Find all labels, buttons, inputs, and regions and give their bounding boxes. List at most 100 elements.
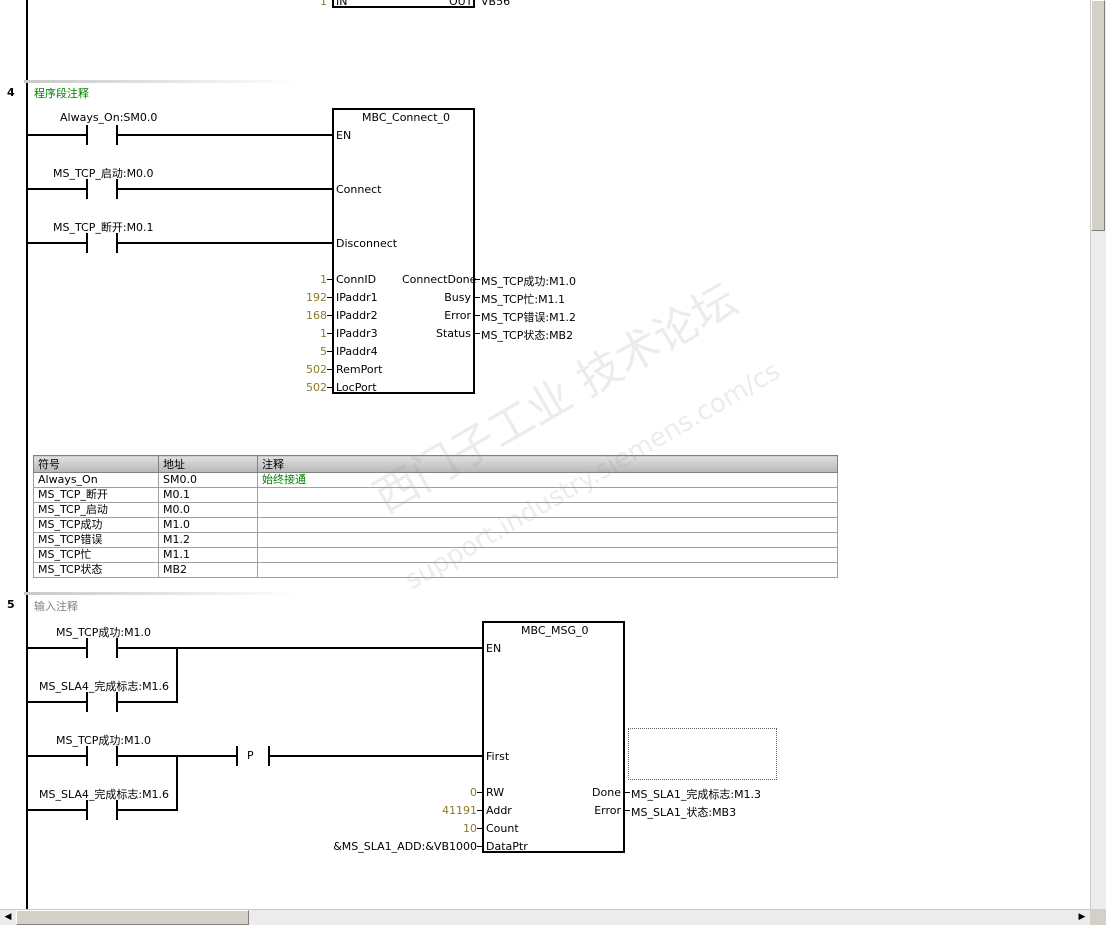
column-header-address[interactable]: 地址 [158,455,258,473]
comment-cell [257,547,838,563]
pin-tick [477,846,482,847]
address-cell: M1.2 [158,532,258,548]
table-row[interactable]: MS_TCP错误 M1.2 [33,532,838,548]
horizontal-scroll-thumb[interactable] [16,910,249,925]
network-5-number[interactable]: 5 [7,598,15,611]
wire [28,701,86,703]
output-value[interactable]: MS_TCP错误:M1.2 [481,309,576,325]
top-in-label: IN [336,0,348,8]
network-4-comment[interactable]: 程序段注释 [34,85,89,101]
pin-tick [327,333,332,334]
contact-always-on[interactable] [86,125,118,145]
output-name: Error [594,804,621,817]
positive-transition-contact[interactable]: P [236,746,270,766]
contact-tcp-start[interactable] [86,179,118,199]
network-separator [24,592,300,595]
pin-tick [477,810,482,811]
scroll-right-arrow-icon[interactable]: ▶ [1074,909,1090,925]
contact-tcp-success-2[interactable] [86,746,118,766]
selection-box[interactable] [628,728,777,780]
param-value[interactable]: 10 [340,822,477,835]
table-row[interactable]: MS_TCP成功 M1.0 [33,517,838,533]
pin-en: EN [486,642,502,655]
symbol-cell: MS_TCP_启动 [33,502,159,518]
top-out-label: OUT [449,0,473,8]
output-name: Done [592,786,621,799]
table-row[interactable]: MS_TCP忙 M1.1 [33,547,838,563]
param-value[interactable]: 41191 [340,804,477,817]
wire [118,134,334,136]
left-gutter [0,0,24,909]
network-4-number[interactable]: 4 [7,86,15,99]
contact-tcp-success[interactable] [86,638,118,658]
address-cell: M1.0 [158,517,258,533]
param-name: IPaddr2 [336,309,378,322]
param-name: IPaddr1 [336,291,378,304]
param-value[interactable]: 1 [290,327,327,340]
output-name: Error [444,309,471,322]
scroll-corner [1090,909,1106,925]
pin-tick [475,333,480,334]
scroll-left-arrow-icon[interactable]: ◀ [0,909,16,925]
mbc-msg-block[interactable] [482,621,625,853]
output-value[interactable]: MS_SLA1_状态:MB3 [631,804,736,820]
table-row[interactable]: Always_On SM0.0 始终接通 [33,472,838,488]
param-value[interactable]: 192 [290,291,327,304]
param-value[interactable]: 502 [290,381,327,394]
contact-sla4-done[interactable] [86,692,118,712]
symbol-cell: MS_TCP忙 [33,547,159,563]
comment-cell [257,532,838,548]
param-name: RemPort [336,363,383,376]
wire [118,701,178,703]
param-name: LocPort [336,381,377,394]
param-name: IPaddr4 [336,345,378,358]
pin-tick [625,792,630,793]
pin-tick [327,369,332,370]
contact-tcp-disconnect[interactable] [86,233,118,253]
pin-tick [327,315,332,316]
contact-label-always-on: Always_On:SM0.0 [60,111,158,124]
param-value[interactable]: 1 [290,273,327,286]
table-row[interactable]: MS_TCP_启动 M0.0 [33,502,838,518]
param-value[interactable]: 5 [290,345,327,358]
wire [28,809,86,811]
network-separator [24,80,300,83]
pin-tick [327,279,332,280]
network-5-comment[interactable]: 输入注释 [34,598,78,614]
param-value[interactable]: 502 [290,363,327,376]
column-header-symbol[interactable]: 符号 [33,455,159,473]
output-value[interactable]: MS_TCP成功:M1.0 [481,273,576,289]
param-name: IPaddr3 [336,327,378,340]
address-cell: M1.1 [158,547,258,563]
contact-sla4-done-2[interactable] [86,800,118,820]
symbol-cell: MS_TCP成功 [33,517,159,533]
column-header-comment[interactable]: 注释 [257,455,838,473]
pin-tick [327,387,332,388]
param-value[interactable]: 0 [340,786,477,799]
table-row[interactable]: MS_TCP_断开 M0.1 [33,487,838,503]
wire [28,188,86,190]
output-value[interactable]: MS_SLA1_完成标志:M1.3 [631,786,761,802]
pin-disconnect: Disconnect [336,237,398,250]
pin-tick [475,297,480,298]
wire [118,188,334,190]
pin-tick [475,279,480,280]
param-value[interactable]: 168 [290,309,327,322]
pin-tick [625,810,630,811]
symbol-cell: Always_On [33,472,159,488]
top-in-value: 1 [320,0,327,8]
top-out-value[interactable]: VB56 [481,0,510,8]
address-cell: SM0.0 [158,472,258,488]
param-name: ConnID [336,273,377,286]
table-row[interactable]: MS_TCP状态 MB2 [33,562,838,578]
vertical-scroll-thumb[interactable] [1091,0,1105,231]
wire [28,134,86,136]
pin-tick [477,828,482,829]
param-name: Addr [486,804,512,817]
output-value[interactable]: MS_TCP忙:M1.1 [481,291,565,307]
param-value-dataptr[interactable]: &MS_SLA1_ADD:&VB1000 [300,840,477,853]
wire [28,242,86,244]
pin-first: First [486,750,510,763]
wire [118,647,484,649]
output-value[interactable]: MS_TCP状态:MB2 [481,327,573,343]
